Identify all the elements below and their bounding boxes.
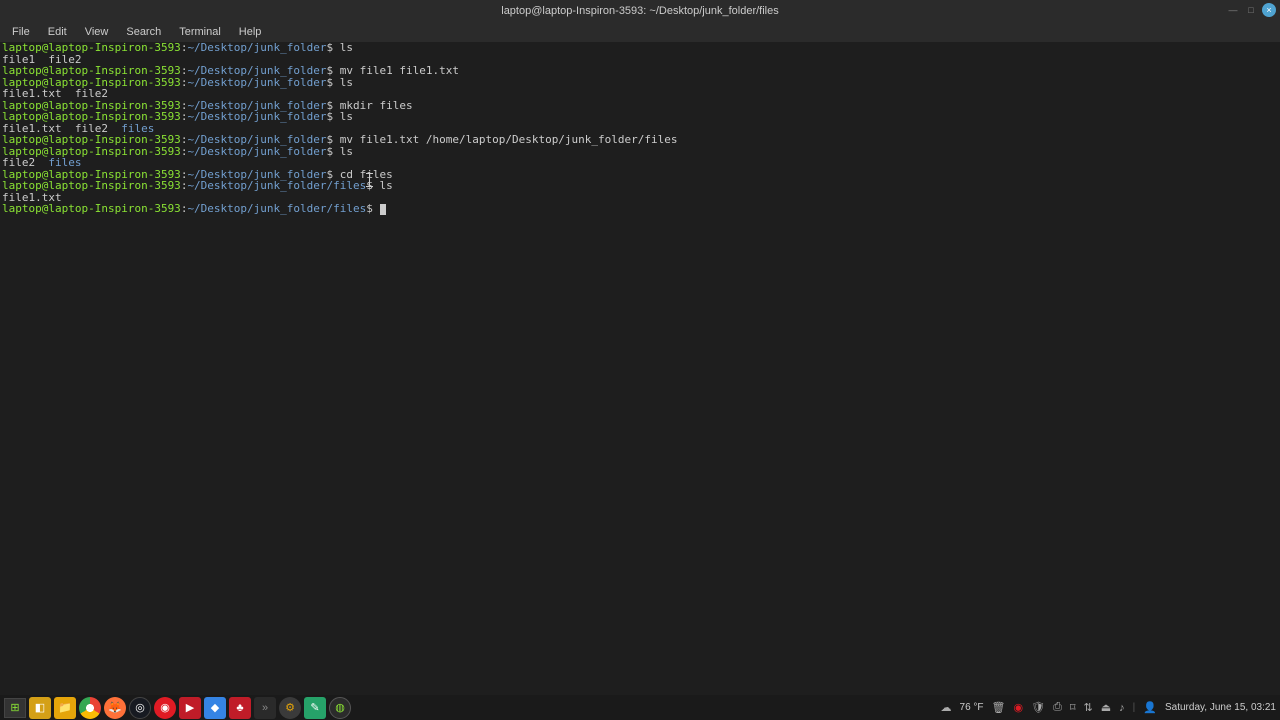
app-icon-2[interactable]: ♣ <box>229 697 251 719</box>
prompt-dollar: $ <box>327 145 340 158</box>
settings-icon[interactable]: ⚙ <box>279 697 301 719</box>
start-menu-button[interactable]: ⊞ <box>4 698 26 718</box>
usb-tray-icon[interactable]: ⏏ <box>1101 701 1111 714</box>
command-text: ls <box>340 145 353 158</box>
user-tray-icon[interactable]: 👤 <box>1143 701 1157 714</box>
minimize-button[interactable]: — <box>1226 3 1240 17</box>
command-text: mv file1.txt /home/laptop/Desktop/junk_f… <box>340 133 678 146</box>
prompt-dollar: $ <box>327 41 340 54</box>
system-taskbar: ⊞ ◧ 📁 🦊 ◎ ◉ ▶ ◆ ♣ » ⚙ ✎ ◍ ☁ 76 °F 🗑 ◉ 🛡 … <box>0 695 1280 720</box>
terminal-line: laptop@laptop-Inspiron-3593:~/Desktop/ju… <box>2 203 1278 215</box>
close-button[interactable]: × <box>1262 3 1276 17</box>
prompt-path: ~/Desktop/junk_folder <box>187 41 326 54</box>
taskbar-launchers: ⊞ ◧ 📁 🦊 ◎ ◉ ▶ ◆ ♣ » ⚙ ✎ ◍ <box>4 697 351 719</box>
terminal-cursor <box>380 204 386 215</box>
media-player-icon[interactable]: ▶ <box>179 697 201 719</box>
app-icon-1[interactable]: ◆ <box>204 697 226 719</box>
mint-menu-icon[interactable]: ◍ <box>329 697 351 719</box>
app-icon-3[interactable]: » <box>254 697 276 719</box>
terminal-line: laptop@laptop-Inspiron-3593:~/Desktop/ju… <box>2 111 1278 123</box>
terminal-content[interactable]: laptop@laptop-Inspiron-3593:~/Desktop/ju… <box>0 42 1280 695</box>
prompt-dollar: $ <box>327 110 340 123</box>
tray-separator: | <box>1133 702 1136 713</box>
menu-file[interactable]: File <box>4 24 38 40</box>
window-controls: — □ × <box>1226 3 1276 17</box>
command-text: ls <box>340 41 353 54</box>
network-tray-icon[interactable]: ⇅ <box>1084 701 1093 714</box>
prompt-path: ~/Desktop/junk_folder/files <box>187 179 366 192</box>
show-desktop-icon[interactable]: ◧ <box>29 697 51 719</box>
window-titlebar[interactable]: laptop@laptop-Inspiron-3593: ~/Desktop/j… <box>0 0 1280 22</box>
prompt-path: ~/Desktop/junk_folder <box>187 110 326 123</box>
menu-bar: File Edit View Search Terminal Help <box>0 22 1280 42</box>
menu-terminal[interactable]: Terminal <box>171 24 229 40</box>
menu-view[interactable]: View <box>77 24 117 40</box>
weather-text[interactable]: 76 °F <box>960 702 984 713</box>
record-tray-icon[interactable]: ◉ <box>1014 701 1024 714</box>
menu-search[interactable]: Search <box>118 24 169 40</box>
updates-tray-icon[interactable]: 🛡 <box>1031 701 1045 714</box>
command-text: ls <box>380 179 393 192</box>
chrome-icon[interactable] <box>79 697 101 719</box>
maximize-button[interactable]: □ <box>1244 3 1258 17</box>
terminal-window: laptop@laptop-Inspiron-3593: ~/Desktop/j… <box>0 0 1280 695</box>
file-manager-icon[interactable]: 📁 <box>54 697 76 719</box>
clipboard-tray-icon[interactable]: ⎙ <box>1053 701 1062 714</box>
trash-tray-icon[interactable]: 🗑 <box>992 701 1006 714</box>
steam-icon[interactable]: ◎ <box>129 697 151 719</box>
menu-edit[interactable]: Edit <box>40 24 75 40</box>
command-text: ls <box>340 110 353 123</box>
terminal-line: laptop@laptop-Inspiron-3593:~/Desktop/ju… <box>2 42 1278 54</box>
prompt-path: ~/Desktop/junk_folder <box>187 76 326 89</box>
weather-icon[interactable]: ☁ <box>941 701 952 714</box>
terminal-line: laptop@laptop-Inspiron-3593:~/Desktop/ju… <box>2 146 1278 158</box>
prompt-user-host: laptop@laptop-Inspiron-3593 <box>2 202 181 215</box>
prompt-dollar: $ <box>327 76 340 89</box>
menu-help[interactable]: Help <box>231 24 270 40</box>
command-text: mv file1 file1.txt <box>340 64 459 77</box>
system-tray: ☁ 76 °F 🗑 ◉ 🛡 ⎙ ⌑ ⇅ ⏏ ♪ | 👤 Saturday, Ju… <box>941 701 1276 714</box>
terminal-line: laptop@laptop-Inspiron-3593:~/Desktop/ju… <box>2 180 1278 192</box>
prompt-path: ~/Desktop/junk_folder <box>187 145 326 158</box>
app-icon-4[interactable]: ✎ <box>304 697 326 719</box>
music-icon[interactable]: ◉ <box>154 697 176 719</box>
terminal-line: laptop@laptop-Inspiron-3593:~/Desktop/ju… <box>2 77 1278 89</box>
firefox-icon[interactable]: 🦊 <box>104 697 126 719</box>
mouse-ibeam-cursor <box>366 173 373 187</box>
prompt-dollar: $ <box>366 202 379 215</box>
clock-text[interactable]: Saturday, June 15, 03:21 <box>1165 702 1276 713</box>
bluetooth-tray-icon[interactable]: ⌑ <box>1070 701 1076 714</box>
window-title: laptop@laptop-Inspiron-3593: ~/Desktop/j… <box>501 5 778 17</box>
prompt-path: ~/Desktop/junk_folder/files <box>187 202 366 215</box>
command-text: ls <box>340 76 353 89</box>
volume-tray-icon[interactable]: ♪ <box>1119 702 1125 714</box>
